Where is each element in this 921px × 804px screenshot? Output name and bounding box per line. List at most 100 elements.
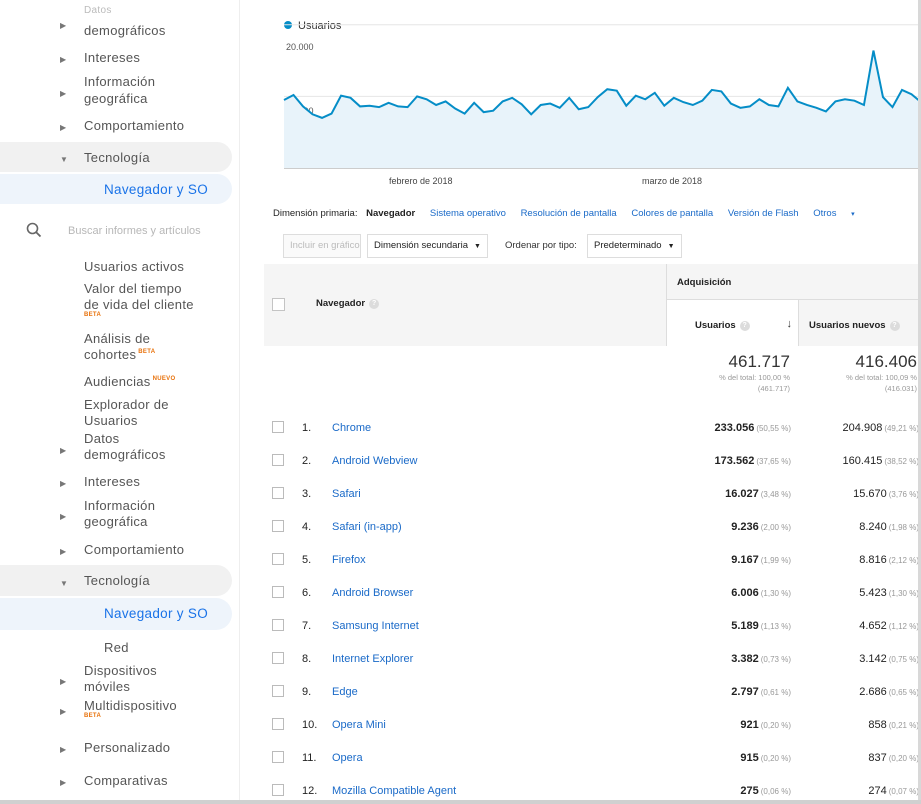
row-checkbox[interactable] bbox=[272, 454, 284, 466]
users-percent: (0,20 %) bbox=[760, 721, 791, 730]
row-checkbox[interactable] bbox=[272, 784, 284, 796]
row-checkbox[interactable] bbox=[272, 553, 284, 565]
sidebar-item-comportamiento-top[interactable]: ▶ Comportamiento bbox=[0, 116, 232, 134]
row-checkbox[interactable] bbox=[272, 652, 284, 664]
new-users-value: 5.423 bbox=[859, 587, 887, 599]
sidebar-item-explorador-usuarios[interactable]: Explorador de Usuarios bbox=[0, 396, 232, 428]
help-icon[interactable]: ? bbox=[369, 299, 380, 309]
new-users-value: 8.816 bbox=[859, 554, 887, 566]
sidebar-item-info-geografica[interactable]: ▶ Información geográfica bbox=[0, 497, 232, 531]
sidebar-item-label: cohortes bbox=[84, 347, 137, 362]
sidebar-item-intereses-top[interactable]: ▶ Intereses bbox=[0, 48, 232, 66]
dimension-link-otros[interactable]: Otros ▾ bbox=[813, 208, 866, 219]
beta-badge: BETA bbox=[84, 312, 102, 318]
row-index: 2. bbox=[302, 455, 312, 467]
new-users-cell: 2.686 (0,65 %) bbox=[859, 686, 919, 698]
dimension-link-version-flash[interactable]: Versión de Flash bbox=[728, 208, 799, 219]
help-icon[interactable]: ? bbox=[889, 321, 900, 331]
browser-link[interactable]: Samsung Internet bbox=[332, 620, 419, 632]
browser-link[interactable]: Mozilla Compatible Agent bbox=[332, 785, 456, 797]
sidebar-item-dispositivos-moviles[interactable]: ▶ Dispositivos móviles bbox=[0, 662, 232, 696]
row-checkbox[interactable] bbox=[272, 685, 284, 697]
sidebar-item-comparativas[interactable]: ▶ Comparativas bbox=[0, 771, 232, 789]
row-checkbox[interactable] bbox=[272, 586, 284, 598]
sidebar-item-label: Navegador y SO bbox=[104, 606, 208, 621]
column-header-usuarios-nuevos[interactable]: Usuarios nuevos? bbox=[798, 300, 921, 346]
dimension-link-colores[interactable]: Colores de pantalla bbox=[631, 208, 713, 219]
sidebar-item-label: Información bbox=[84, 498, 156, 513]
sidebar-item-info-geografica-top[interactable]: ▶ Información geográfica bbox=[0, 74, 232, 108]
row-checkbox[interactable] bbox=[272, 520, 284, 532]
sidebar-item-datos-demograficos[interactable]: ▶ Datos demográficos bbox=[0, 430, 232, 464]
sidebar-item-navegador-so-top[interactable]: Navegador y SO bbox=[0, 174, 232, 204]
browser-link[interactable]: Firefox bbox=[332, 554, 366, 566]
new-users-percent: (0,75 %) bbox=[888, 655, 919, 664]
sidebar-item-valor-vida-cliente[interactable]: Valor del tiempo de vida del cliente BET… bbox=[0, 280, 232, 322]
sidebar-item-label: Comparativas bbox=[84, 773, 168, 788]
browser-link[interactable]: Android Webview bbox=[332, 455, 417, 467]
sidebar-item-red[interactable]: Red bbox=[0, 638, 232, 656]
sidebar-item-comportamiento[interactable]: ▶ Comportamiento bbox=[0, 540, 232, 558]
users-percent: (2,00 %) bbox=[760, 523, 791, 532]
users-percent: (0,20 %) bbox=[760, 754, 791, 763]
row-index: 6. bbox=[302, 587, 312, 599]
table-row: 10. Opera Mini 921 (0,20 %) 858 (0,21 %) bbox=[264, 717, 921, 750]
search-input[interactable]: Buscar informes y artículos bbox=[68, 225, 201, 237]
select-all-checkbox[interactable] bbox=[272, 298, 285, 311]
sidebar-item-tecnologia-top[interactable]: ▼ Tecnología bbox=[0, 142, 232, 172]
total-percent: % del total: 100,00 % bbox=[719, 373, 790, 382]
sidebar-item-label: geográfica bbox=[84, 514, 148, 529]
sidebar-item-label: Análisis de bbox=[84, 331, 151, 346]
users-cell: 5.189 (1,13 %) bbox=[731, 620, 791, 632]
browser-link[interactable]: Opera Mini bbox=[332, 719, 386, 731]
search-bar[interactable]: Buscar informes y artículos bbox=[0, 214, 239, 248]
column-header-navegador[interactable]: Navegador? bbox=[316, 298, 380, 309]
sidebar-item-intereses[interactable]: ▶ Intereses bbox=[0, 472, 232, 490]
new-users-percent: (1,12 %) bbox=[888, 622, 919, 631]
row-checkbox[interactable] bbox=[272, 619, 284, 631]
row-index: 5. bbox=[302, 554, 312, 566]
sidebar-item-navegador-so[interactable]: Navegador y SO bbox=[0, 598, 232, 630]
sidebar-item-analisis-cohortes[interactable]: Análisis de cohortes BETA bbox=[0, 330, 232, 364]
caret-right-icon: ▶ bbox=[60, 479, 67, 488]
sort-type-select[interactable]: Predeterminado ▼ bbox=[587, 234, 682, 258]
chevron-down-icon: ▾ bbox=[851, 211, 855, 218]
row-checkbox[interactable] bbox=[272, 421, 284, 433]
sidebar-item-datos-demograficos-top[interactable]: ▶ Datos demográficos bbox=[0, 4, 232, 40]
row-index: 11. bbox=[302, 752, 317, 764]
sidebar-item-multidispositivo[interactable]: ▶ Multidispositivo BETA bbox=[0, 697, 232, 723]
row-index: 3. bbox=[302, 488, 312, 500]
browser-link[interactable]: Chrome bbox=[332, 422, 371, 434]
new-users-percent: (1,98 %) bbox=[888, 523, 919, 532]
dimension-navegador: Navegador bbox=[366, 208, 416, 219]
dimension-link-sistema-operativo[interactable]: Sistema operativo bbox=[430, 208, 506, 219]
sidebar-item-usuarios-activos[interactable]: Usuarios activos bbox=[0, 257, 232, 275]
caret-right-icon: ▶ bbox=[60, 123, 67, 132]
secondary-dimension-select[interactable]: Dimensión secundaria ▼ bbox=[367, 234, 488, 258]
users-value: 16.027 bbox=[725, 488, 759, 500]
sidebar-item-label: Datos bbox=[84, 431, 120, 446]
browser-link[interactable]: Safari bbox=[332, 488, 361, 500]
new-users-cell: 858 (0,21 %) bbox=[868, 719, 919, 731]
help-icon[interactable]: ? bbox=[739, 321, 750, 331]
browser-link[interactable]: Internet Explorer bbox=[332, 653, 413, 665]
row-checkbox[interactable] bbox=[272, 718, 284, 730]
sidebar-item-personalizado[interactable]: ▶ Personalizado bbox=[0, 738, 232, 756]
row-index: 1. bbox=[302, 422, 312, 434]
browser-link[interactable]: Opera bbox=[332, 752, 363, 764]
browser-link[interactable]: Edge bbox=[332, 686, 358, 698]
sidebar-item-label: demográficos bbox=[84, 447, 166, 462]
row-checkbox[interactable] bbox=[272, 487, 284, 499]
row-checkbox[interactable] bbox=[272, 751, 284, 763]
browser-link[interactable]: Android Browser bbox=[332, 587, 413, 599]
browser-link[interactable]: Safari (in-app) bbox=[332, 521, 402, 533]
sidebar-item-audiencias[interactable]: Audiencias NUEVO bbox=[0, 372, 232, 390]
dimension-link-resolucion[interactable]: Resolución de pantalla bbox=[521, 208, 617, 219]
users-value: 275 bbox=[740, 785, 759, 797]
dropdown-arrow-icon: ▼ bbox=[474, 243, 481, 250]
column-header-label: Usuarios bbox=[695, 320, 736, 331]
total-value: 416.406 bbox=[855, 352, 917, 371]
column-header-usuarios[interactable]: Usuarios? ↓ bbox=[666, 300, 798, 346]
plot-rows-button[interactable]: Incluir en gráfico bbox=[283, 234, 361, 258]
sidebar-item-tecnologia[interactable]: ▼ Tecnología bbox=[0, 565, 232, 596]
